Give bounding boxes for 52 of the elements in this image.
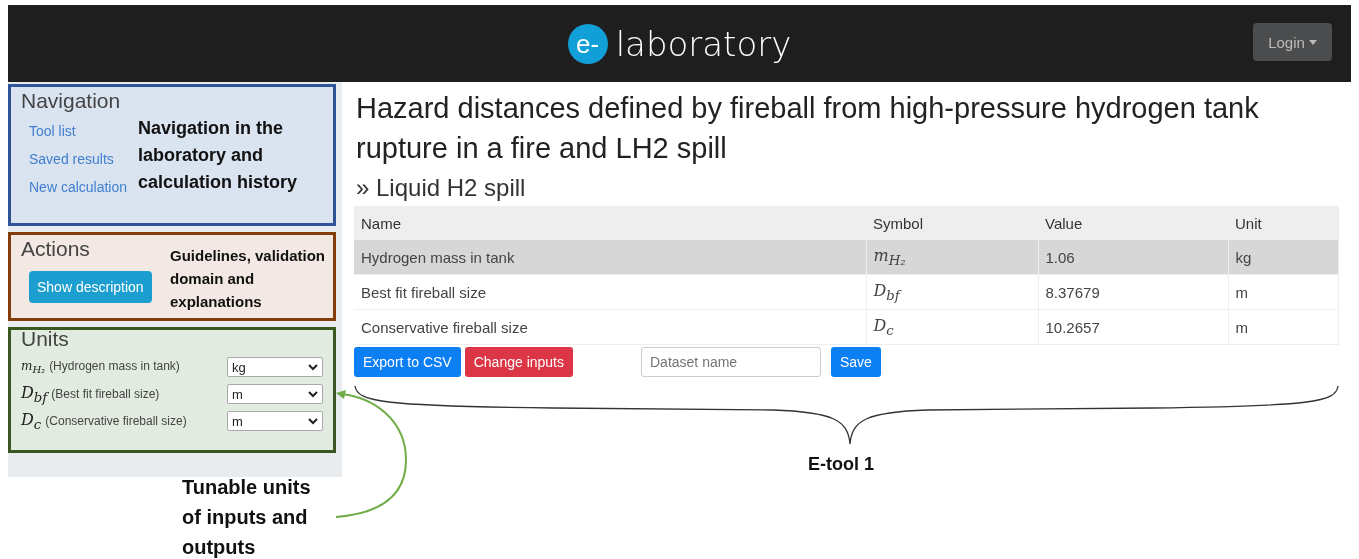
chevron-icon (308, 417, 318, 425)
table-cell: 10.2657 (1038, 309, 1228, 345)
unit-select[interactable]: kg (227, 357, 323, 377)
logo-text: laboratory (615, 23, 792, 64)
unit-select[interactable]: m (227, 384, 323, 404)
table-row[interactable]: Best fit fireball size D$_{bf}$ 8.37679 m (354, 274, 1339, 310)
nav-link[interactable]: New calculation (29, 179, 128, 195)
table-cell: kg (1228, 240, 1339, 275)
panel-title: Navigation (21, 89, 121, 113)
nav-link[interactable]: Saved results (29, 151, 114, 167)
column-header: Name (354, 206, 866, 240)
table-cell: D$_{bf}$ (866, 274, 1038, 310)
chevron-icon (308, 363, 318, 371)
table-row[interactable]: Hydrogen mass in tank m$_{H₂}$ 1.06 kg (354, 240, 1339, 275)
login-button[interactable]: Login (1253, 23, 1332, 61)
chevron-icon (308, 390, 318, 398)
column-header: Symbol (866, 206, 1038, 240)
export-button[interactable]: Export to CSV (354, 347, 461, 377)
table-row[interactable]: Conservative fireball size D$_{c}$ 10.2657 m (354, 309, 1339, 345)
table-cell: m (1228, 309, 1339, 345)
logo-mark: e- (567, 23, 608, 64)
column-header: Value (1038, 206, 1228, 240)
annotation-text: Navigation in the laboratory and calculation history (138, 117, 299, 194)
table-cell: 8.37679 (1038, 274, 1228, 310)
unit-symbol: D$_{c}$ (21, 409, 42, 433)
caret-icon (1308, 39, 1317, 45)
show-description-button[interactable]: Show description (29, 271, 152, 303)
save-button[interactable]: Save (831, 347, 881, 377)
unit-select[interactable]: m (227, 411, 323, 431)
unit-label: (Conservative fireball size) (45, 413, 187, 428)
unit-label: (Best fit fireball size) (51, 386, 160, 401)
table-cell: m (1228, 274, 1339, 310)
table-cell: 1.06 (1038, 240, 1228, 275)
table-cell: Hydrogen mass in tank (354, 240, 866, 275)
table-cell: Conservative fireball size (354, 309, 866, 345)
unit-symbol: m$_{H₂}$ (21, 358, 46, 376)
panel-title: Actions (21, 237, 90, 261)
section-title: » Liquid H2 spill (356, 174, 527, 202)
annotation-text: E-tool 1 (808, 453, 874, 476)
table-cell: Best fit fireball size (354, 274, 866, 310)
annotation-text: Guidelines, validation domain and explanations (170, 246, 326, 312)
column-header: Unit (1228, 206, 1339, 240)
nav-link[interactable]: Tool list (29, 123, 76, 139)
annotation-text: Tunable units of inputs and outputs (182, 475, 312, 559)
unit-label: (Hydrogen mass in tank) (49, 358, 180, 373)
table-cell: D$_{c}$ (866, 309, 1038, 345)
panel-title: Units (21, 327, 69, 351)
page-title: Hazard distances defined by fireball from high-pressure hydrogen tank rupture in a fire and LH2 spill (356, 91, 1260, 166)
dataset-name-field[interactable]: Dataset name (641, 347, 821, 377)
unit-symbol: D$_{bf}$ (21, 382, 48, 406)
table-cell: m$_{H₂}$ (866, 240, 1038, 275)
change-inputs-button[interactable]: Change inputs (464, 347, 573, 377)
